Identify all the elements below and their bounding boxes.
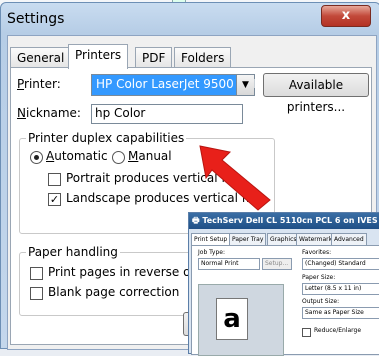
paper-size-label: Paper Size:	[302, 274, 336, 281]
setup-button[interactable]: Setup...	[262, 258, 292, 270]
nickname-input[interactable]: hp Color	[91, 104, 243, 124]
manual-radio[interactable]	[112, 151, 125, 164]
blank-page-checkbox[interactable]	[30, 287, 43, 300]
portrait-checkbox[interactable]	[48, 173, 61, 186]
reverse-order-label[interactable]: Print pages in reverse orde	[48, 265, 210, 279]
paper-handling-title: Paper handling	[26, 245, 120, 259]
tab-folders[interactable]: Folders	[174, 47, 232, 68]
close-button[interactable]: x	[321, 5, 371, 27]
landscape-checkbox[interactable]: ✓	[48, 193, 61, 206]
tab-printers[interactable]: Printers	[68, 44, 129, 69]
dialog-body: Job Type: Normal Print Setup... Favorite…	[191, 245, 379, 356]
reverse-order-checkbox[interactable]	[30, 267, 43, 280]
favorites-label: Favorites:	[302, 249, 332, 256]
paper-size-select[interactable]: Letter (8.5 x 11 in)	[302, 283, 379, 295]
printing-preferences-dialog: 🖶 TechServ Dell CL 5110cn PCL 6 on IVES …	[188, 212, 379, 356]
printer-icon: 🖶	[192, 216, 203, 225]
dialog-title: 🖶 TechServ Dell CL 5110cn PCL 6 on IVES …	[189, 213, 379, 229]
blank-page-label[interactable]: Blank page correction	[48, 285, 179, 299]
nickname-label: Nickname:	[17, 106, 81, 120]
red-arrow-icon	[199, 145, 271, 211]
job-type-select[interactable]: Normal Print	[198, 258, 260, 270]
available-printers-button[interactable]: Available printers...	[263, 73, 369, 114]
printer-label: Printer:	[17, 77, 61, 91]
output-size-label: Output Size:	[302, 298, 340, 305]
favorites-select[interactable]: (Changed) Standard	[302, 258, 379, 270]
manual-label[interactable]: Manual	[128, 149, 172, 163]
preview-page: a	[216, 298, 248, 340]
chevron-down-icon[interactable]: ▼	[236, 75, 254, 95]
reduce-enlarge-label[interactable]: Reduce/Enlarge	[314, 327, 361, 334]
printer-select[interactable]: HP Color LaserJet 9500 PCL 6 ▼	[91, 74, 271, 96]
duplex-group-title: Printer duplex capabilities	[26, 131, 187, 145]
window-title: Settings	[7, 11, 65, 27]
automatic-radio[interactable]	[30, 151, 43, 164]
output-size-select[interactable]: Same as Paper Size	[302, 307, 379, 319]
tab-strip: General Printers PDF Folders	[8, 44, 376, 69]
tab-pdf[interactable]: PDF	[135, 47, 173, 68]
dialog-tab-strip: Print Setup Paper Tray Graphics Watermar…	[191, 233, 379, 246]
tab-general[interactable]: General	[10, 47, 72, 68]
automatic-label[interactable]: Automatic	[46, 149, 108, 163]
reduce-enlarge-checkbox[interactable]	[302, 328, 311, 337]
job-type-label: Job Type:	[198, 249, 225, 256]
